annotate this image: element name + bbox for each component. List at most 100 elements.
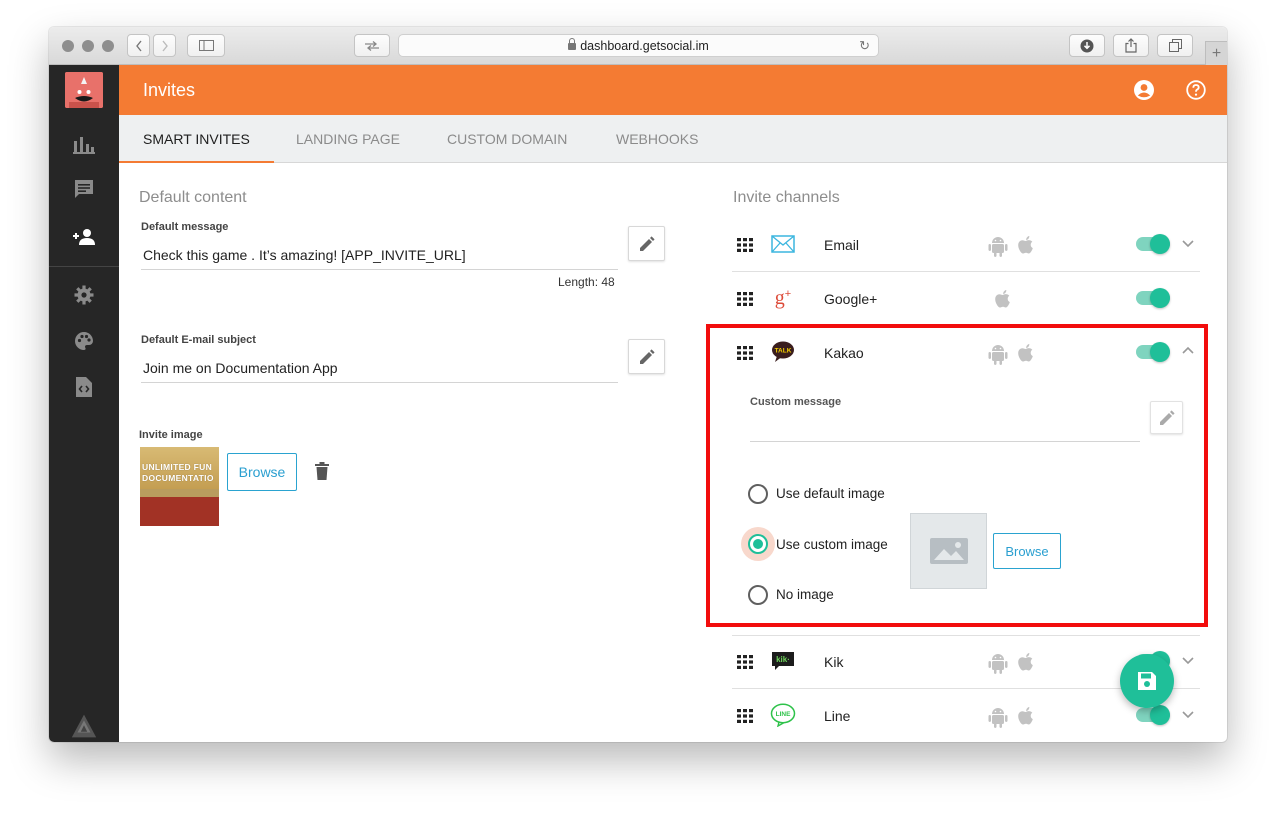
drag-handle-icon[interactable] bbox=[737, 709, 753, 723]
kik-icon: kik· bbox=[770, 648, 796, 674]
invites-tabs: SMART INVITES LANDING PAGE CUSTOM DOMAIN… bbox=[119, 115, 1227, 163]
tab-overview-button[interactable] bbox=[354, 34, 390, 57]
android-icon bbox=[988, 654, 1008, 674]
channel-toggle[interactable] bbox=[1136, 705, 1170, 725]
new-tab-button[interactable]: + bbox=[1205, 41, 1227, 65]
app-header: Invites bbox=[119, 65, 1227, 115]
edit-email-subject-button[interactable] bbox=[628, 339, 665, 374]
zoom-window-button[interactable] bbox=[102, 40, 114, 52]
add-user-icon bbox=[73, 229, 95, 245]
apple-icon bbox=[1018, 236, 1033, 254]
share-icon bbox=[1125, 38, 1137, 53]
tabs-button[interactable] bbox=[1157, 34, 1193, 57]
palette-icon bbox=[75, 332, 93, 350]
trash-icon bbox=[315, 462, 329, 480]
share-button[interactable] bbox=[1113, 34, 1149, 57]
tabs-icon bbox=[1168, 39, 1182, 52]
svg-text:LINE: LINE bbox=[776, 711, 791, 718]
message-icon bbox=[75, 180, 93, 198]
apple-icon bbox=[1018, 707, 1033, 725]
sidebar-item-settings[interactable] bbox=[71, 283, 97, 307]
drag-handle-icon[interactable] bbox=[737, 655, 753, 669]
email-subject-field[interactable]: Join me on Documentation App bbox=[143, 360, 338, 376]
help-button[interactable] bbox=[1184, 78, 1208, 102]
sidebar-item-theme[interactable] bbox=[71, 329, 97, 353]
account-button[interactable] bbox=[1132, 78, 1156, 102]
highlight-box bbox=[706, 324, 1208, 627]
address-bar[interactable]: dashboard.getsocial.im ↻ bbox=[398, 34, 879, 57]
chevron-right-icon bbox=[161, 40, 168, 51]
minimize-window-button[interactable] bbox=[82, 40, 94, 52]
floppy-disk-icon bbox=[1138, 672, 1156, 690]
email-subject-label: Default E-mail subject bbox=[141, 334, 256, 346]
code-file-icon bbox=[76, 377, 92, 397]
channel-row-google-plus: g + Google+ bbox=[732, 272, 1200, 326]
page-title: Invites bbox=[143, 80, 196, 100]
forward-button[interactable] bbox=[153, 34, 176, 57]
browse-invite-image-button[interactable]: Browse bbox=[227, 453, 297, 491]
default-message-label: Default message bbox=[141, 221, 229, 233]
tab-webhooks[interactable]: WEBHOOKS bbox=[592, 115, 722, 163]
invite-image-label: Invite image bbox=[139, 429, 203, 441]
default-message-field[interactable]: Check this game . It’s amazing! [APP_INV… bbox=[143, 247, 466, 263]
channel-toggle[interactable] bbox=[1136, 288, 1170, 308]
channel-name: Email bbox=[824, 237, 860, 253]
lock-icon bbox=[568, 38, 577, 50]
chevron-down-icon[interactable] bbox=[1181, 707, 1195, 721]
android-icon bbox=[988, 708, 1008, 728]
user-circle-icon bbox=[1134, 80, 1154, 100]
chevron-down-icon[interactable] bbox=[1181, 653, 1195, 667]
default-message-underline bbox=[141, 269, 618, 270]
email-subject-underline bbox=[141, 382, 618, 383]
android-icon bbox=[988, 237, 1008, 257]
url-text: dashboard.getsocial.im bbox=[580, 38, 709, 53]
pencil-icon bbox=[639, 235, 655, 251]
toggle-knob bbox=[1150, 234, 1170, 254]
delete-image-button[interactable] bbox=[315, 462, 329, 485]
invite-image-preview: UNLIMITED FUN DOCUMENTATIO bbox=[140, 447, 219, 526]
apple-icon bbox=[995, 290, 1010, 308]
channel-row-email: Email bbox=[732, 218, 1200, 272]
sidebar-item-messages[interactable] bbox=[71, 177, 97, 201]
channel-name: Line bbox=[824, 708, 851, 724]
sidebar-toggle-button[interactable] bbox=[187, 34, 225, 57]
chevron-down-icon[interactable] bbox=[1181, 236, 1195, 250]
help-circle-icon bbox=[1186, 80, 1206, 100]
tab-custom-domain[interactable]: CUSTOM DOMAIN bbox=[423, 115, 591, 163]
thumb-ground bbox=[140, 497, 219, 526]
close-window-button[interactable] bbox=[62, 40, 74, 52]
sidebar-item-invites[interactable] bbox=[71, 225, 97, 249]
sidebar-brand-logo bbox=[71, 714, 97, 738]
arrows-swap-icon bbox=[365, 40, 379, 51]
email-icon bbox=[770, 231, 796, 257]
chevron-left-icon bbox=[135, 40, 142, 51]
sidebar-icon bbox=[198, 40, 214, 51]
reload-icon[interactable]: ↻ bbox=[859, 38, 870, 54]
channel-toggle[interactable] bbox=[1136, 234, 1170, 254]
browser-toolbar: dashboard.getsocial.im ↻ + bbox=[49, 27, 1227, 65]
sidebar-item-code[interactable] bbox=[71, 375, 97, 399]
drag-handle-icon[interactable] bbox=[737, 238, 753, 252]
app-sidebar bbox=[49, 65, 119, 742]
back-button[interactable] bbox=[127, 34, 150, 57]
default-content-title: Default content bbox=[139, 189, 247, 206]
tab-smart-invites[interactable]: SMART INVITES bbox=[119, 115, 274, 163]
downloads-button[interactable] bbox=[1069, 34, 1105, 57]
app-avatar[interactable] bbox=[65, 72, 103, 108]
tab-landing-page[interactable]: LANDING PAGE bbox=[272, 115, 424, 163]
svg-text:kik·: kik· bbox=[776, 655, 790, 664]
message-length: Length: 48 bbox=[558, 275, 615, 289]
browser-window: dashboard.getsocial.im ↻ + Invites SMART… bbox=[49, 27, 1227, 742]
bar-chart-icon bbox=[73, 137, 95, 154]
toggle-knob bbox=[1150, 705, 1170, 725]
drag-handle-icon[interactable] bbox=[737, 292, 753, 306]
channel-name: Google+ bbox=[824, 291, 878, 307]
edit-message-button[interactable] bbox=[628, 226, 665, 261]
apple-icon bbox=[1018, 653, 1033, 671]
thumb-text-line1: UNLIMITED FUN bbox=[142, 462, 213, 472]
invite-channels-title: Invite channels bbox=[733, 189, 840, 206]
sidebar-item-analytics[interactable] bbox=[71, 133, 97, 157]
getsocial-logo-icon bbox=[71, 714, 97, 738]
app-logo-icon bbox=[65, 72, 103, 108]
save-button[interactable] bbox=[1120, 654, 1174, 708]
